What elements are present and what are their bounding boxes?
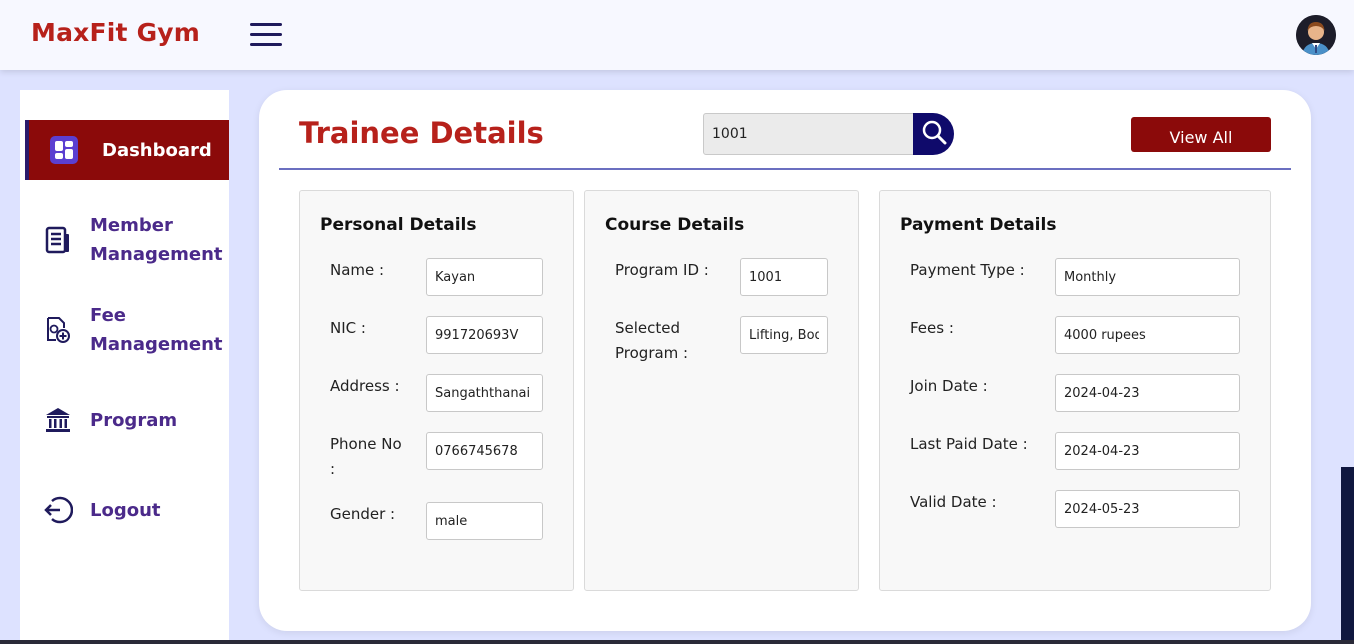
user-avatar-icon[interactable] xyxy=(1296,15,1336,55)
address-label: Address : xyxy=(330,377,400,395)
phone-label: Phone No : xyxy=(330,432,402,482)
taskbar-edge xyxy=(0,640,1354,644)
top-header: MaxFit Gym xyxy=(0,0,1354,70)
label-line-1: Member xyxy=(90,215,173,236)
brand-logo-text: MaxFit Gym xyxy=(31,18,201,47)
background-window-edge xyxy=(1341,467,1354,644)
address-field[interactable] xyxy=(426,374,543,412)
sidebar-item-logout[interactable]: Logout xyxy=(25,495,229,525)
name-field[interactable] xyxy=(426,258,543,296)
sidebar-item-label: Program xyxy=(90,409,178,431)
sidebar-item-label: Dashboard xyxy=(102,139,212,161)
panel-title: Payment Details xyxy=(900,215,1057,235)
sidebar-item-label: Logout xyxy=(90,499,161,521)
search-button[interactable] xyxy=(913,113,954,155)
label-line-2: Management xyxy=(90,334,223,355)
course-details-panel: Course Details Program ID : Selected Pro… xyxy=(584,190,859,591)
payment-type-label: Payment Type : xyxy=(910,261,1025,279)
gender-field[interactable] xyxy=(426,502,543,540)
search-icon xyxy=(921,119,947,150)
panel-title: Course Details xyxy=(605,215,745,235)
sidebar: Dashboard Member Management Fee Manageme… xyxy=(20,90,229,644)
valid-date-label: Valid Date : xyxy=(910,493,997,511)
trainee-details-card: Trainee Details View All Personal Detail… xyxy=(259,90,1311,631)
bank-building-icon xyxy=(43,405,73,435)
dashboard-icon xyxy=(49,135,79,165)
payment-type-field[interactable] xyxy=(1055,258,1240,296)
nic-field[interactable] xyxy=(426,316,543,354)
payment-details-panel: Payment Details Payment Type : Fees : Jo… xyxy=(879,190,1271,591)
sidebar-item-label: Fee Management xyxy=(90,301,223,359)
page-title: Trainee Details xyxy=(299,116,544,150)
sidebar-item-program[interactable]: Program xyxy=(25,405,229,435)
selected-program-field[interactable] xyxy=(740,316,828,354)
logout-icon xyxy=(43,495,73,525)
program-id-field[interactable] xyxy=(740,258,828,296)
nic-label: NIC : xyxy=(330,319,366,337)
sidebar-item-label: Member Management xyxy=(90,211,223,269)
hamburger-icon[interactable] xyxy=(250,23,282,47)
sidebar-item-dashboard[interactable]: Dashboard xyxy=(25,120,229,180)
label-line-2: Management xyxy=(90,244,223,265)
valid-date-field[interactable] xyxy=(1055,490,1240,528)
last-paid-date-label: Last Paid Date : xyxy=(910,435,1028,453)
program-id-label: Program ID : xyxy=(615,261,709,279)
phone-label-line-1: Phone No xyxy=(330,435,402,453)
fees-field[interactable] xyxy=(1055,316,1240,354)
title-divider xyxy=(279,168,1291,170)
document-list-icon xyxy=(43,225,73,255)
name-label: Name : xyxy=(330,261,385,279)
view-all-button[interactable]: View All xyxy=(1131,117,1271,152)
selected-program-label: Selected Program : xyxy=(615,316,688,366)
sidebar-item-member-management[interactable]: Member Management xyxy=(25,210,229,270)
sidebar-item-fee-management[interactable]: Fee Management xyxy=(25,300,229,360)
gender-label: Gender : xyxy=(330,505,396,523)
phone-label-line-2: : xyxy=(330,460,336,478)
search-input[interactable] xyxy=(703,113,915,155)
join-date-field[interactable] xyxy=(1055,374,1240,412)
selected-label-line-2: Program : xyxy=(615,344,689,362)
join-date-label: Join Date : xyxy=(910,377,988,395)
panel-title: Personal Details xyxy=(320,215,477,235)
phone-field[interactable] xyxy=(426,432,543,470)
fee-add-icon xyxy=(43,315,73,345)
last-paid-date-field[interactable] xyxy=(1055,432,1240,470)
selected-label-line-1: Selected xyxy=(615,319,681,337)
label-line-1: Fee xyxy=(90,305,126,326)
personal-details-panel: Personal Details Name : NIC : Address : … xyxy=(299,190,574,591)
fees-label: Fees : xyxy=(910,319,954,337)
